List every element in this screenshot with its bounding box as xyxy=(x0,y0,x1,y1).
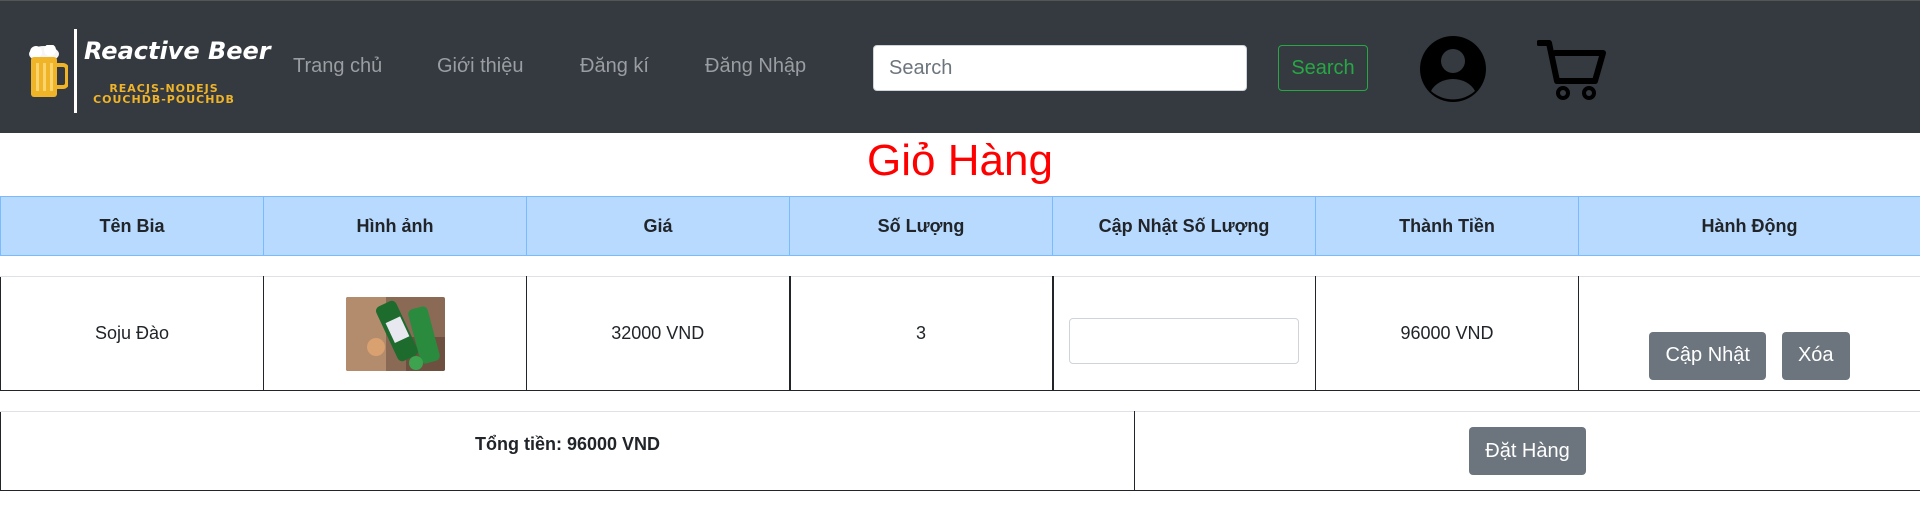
user-avatar-icon[interactable] xyxy=(1419,35,1487,103)
place-order-button[interactable]: Đặt Hàng xyxy=(1469,427,1586,475)
delete-item-button[interactable]: Xóa xyxy=(1781,331,1850,380)
cart-total-table: Tổng tiền: 96000 VND Đặt Hàng xyxy=(0,411,1920,491)
table-row: Soju Đào 32000 VND 3 96000 VND Cập Nhật X… xyxy=(0,276,1920,391)
column-header-image: Hình ảnh xyxy=(263,196,527,256)
search-button[interactable]: Search xyxy=(1278,45,1368,91)
item-image-cell xyxy=(263,276,527,391)
column-header-subtotal: Thành Tiền xyxy=(1315,196,1579,256)
logo-divider xyxy=(74,29,77,113)
nav-link-login[interactable]: Đăng Nhập xyxy=(705,55,806,78)
item-quantity: 3 xyxy=(789,276,1054,391)
search-input[interactable] xyxy=(873,45,1247,91)
page-title: Giỏ Hàng xyxy=(867,136,1053,185)
column-header-price: Giá xyxy=(526,196,790,256)
column-header-quantity: Số Lượng xyxy=(789,196,1053,256)
item-name: Soju Đào xyxy=(0,276,264,391)
order-cell: Đặt Hàng xyxy=(1134,411,1920,491)
cart-total: Tổng tiền: 96000 VND xyxy=(474,433,661,454)
brand-name: Reactive Beer xyxy=(84,37,271,65)
soju-bottles-image xyxy=(345,296,445,371)
brand-tagline-2: COUCHDB-POUCHDB xyxy=(93,93,235,106)
item-price: 32000 VND xyxy=(526,276,791,391)
update-quantity-input[interactable] xyxy=(1069,318,1300,364)
nav-link-about[interactable]: Giới thiệu xyxy=(437,55,523,78)
item-subtotal: 96000 VND xyxy=(1315,276,1579,391)
column-header-actions: Hành Động xyxy=(1578,196,1920,256)
navbar: Reactive Beer REACJS-NODEJS COUCHDB-POUC… xyxy=(0,0,1920,133)
update-quantity-cell xyxy=(1052,276,1316,391)
shopping-cart-icon[interactable] xyxy=(1537,39,1607,101)
cart-header-table: Tên Bia Hình ảnh Giá Số Lượng Cập Nhật S… xyxy=(0,196,1920,256)
brand-logo[interactable]: Reactive Beer REACJS-NODEJS COUCHDB-POUC… xyxy=(28,29,271,115)
nav-link-home[interactable]: Trang chủ xyxy=(293,55,382,78)
nav-link-register[interactable]: Đăng kí xyxy=(580,55,649,78)
update-item-button[interactable]: Cập Nhật xyxy=(1649,331,1766,380)
beer-mug-icon xyxy=(29,45,68,97)
column-header-name: Tên Bia xyxy=(0,196,264,256)
item-actions-cell: Cập Nhật Xóa xyxy=(1578,276,1920,391)
cart-items-table: Soju Đào 32000 VND 3 96000 VND Cập Nhật X… xyxy=(0,276,1920,391)
column-header-update-quantity: Cập Nhật Số Lượng xyxy=(1052,196,1316,256)
total-cell: Tổng tiền: 96000 VND xyxy=(0,411,1135,491)
